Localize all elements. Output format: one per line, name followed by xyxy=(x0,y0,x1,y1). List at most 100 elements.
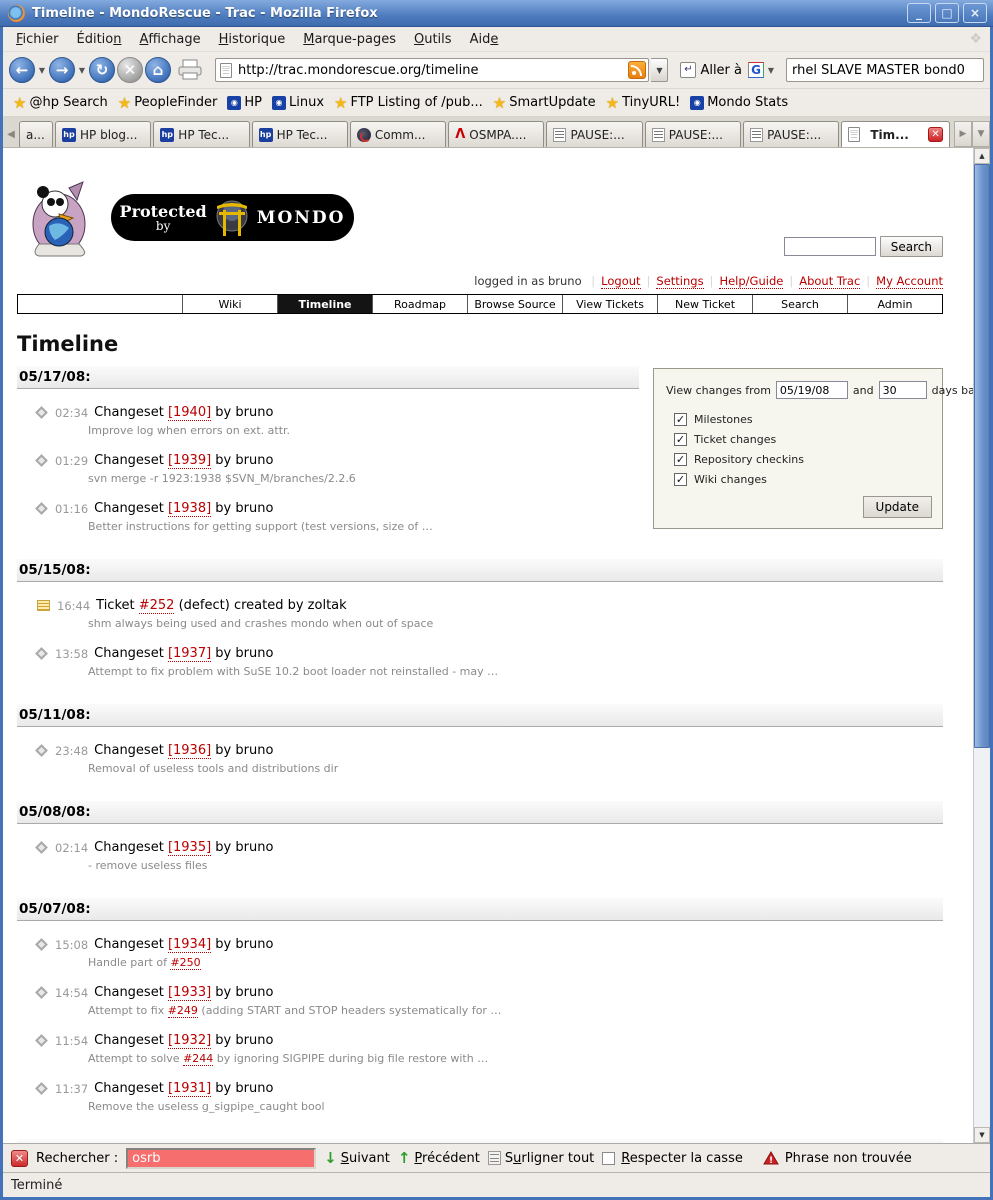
bookmark-item[interactable]: ◉HP xyxy=(225,93,268,112)
ticket-ref-link[interactable]: #249 xyxy=(168,1004,198,1018)
menu-item-aide[interactable]: Aide xyxy=(461,29,508,50)
url-input[interactable] xyxy=(238,63,628,78)
nav-tab-browse-source[interactable]: Browse Source xyxy=(467,295,562,313)
event-link[interactable]: #252 xyxy=(139,598,175,614)
nav-tab-roadmap[interactable]: Roadmap xyxy=(372,295,467,313)
rss-feed-icon[interactable] xyxy=(628,61,646,79)
bookmark-item[interactable]: ★FTP Listing of /pub... xyxy=(332,93,489,112)
update-button[interactable]: Update xyxy=(863,496,932,518)
filter-date-input[interactable] xyxy=(776,381,848,399)
menu-item-fichier[interactable]: Fichier xyxy=(7,29,68,50)
findbar-close-icon[interactable]: ✕ xyxy=(11,1150,28,1167)
event-link[interactable]: [1936] xyxy=(168,743,211,759)
reload-button[interactable]: ↻ xyxy=(89,57,115,83)
protected-by-mondo-badge[interactable]: Protected by MONDO xyxy=(111,194,354,241)
event-link[interactable]: [1932] xyxy=(168,1033,211,1049)
tab-scroll-right-icon[interactable]: ▶ xyxy=(954,121,972,147)
match-case-checkbox[interactable]: Respecter la casse xyxy=(602,1151,743,1166)
menu-item-historique[interactable]: Historique xyxy=(210,29,295,50)
checkbox-checked-icon[interactable]: ✓ xyxy=(674,453,687,466)
browser-tab[interactable]: PAUSE:... xyxy=(546,121,642,147)
stop-button[interactable]: ✕ xyxy=(117,57,143,83)
nav-tab-view-tickets[interactable]: View Tickets xyxy=(562,295,657,313)
browser-tab[interactable]: hpHP Tec... xyxy=(153,121,249,147)
bookmark-item[interactable]: ◉Mondo Stats xyxy=(688,93,794,112)
find-input[interactable] xyxy=(126,1148,316,1169)
ticket-ref-link[interactable]: #250 xyxy=(170,956,200,970)
scroll-down-icon[interactable]: ▼ xyxy=(974,1127,990,1143)
tab-list-dropdown-icon[interactable]: ▼ xyxy=(972,121,990,147)
find-next-button[interactable]: ↓ Suivant xyxy=(324,1151,390,1166)
browser-tab[interactable]: PAUSE:... xyxy=(743,121,839,147)
browser-tab[interactable]: a... xyxy=(19,121,53,147)
search-engine-dropdown[interactable]: ▼ xyxy=(766,66,776,75)
tab-close-icon[interactable]: ✕ xyxy=(928,127,943,142)
forward-button[interactable]: → xyxy=(49,57,75,83)
menu-item-affichage[interactable]: Affichage xyxy=(131,29,210,50)
nav-tab-wiki[interactable]: Wiki xyxy=(182,295,277,313)
checkbox-checked-icon[interactable]: ✓ xyxy=(674,413,687,426)
meta-link-logout[interactable]: Logout xyxy=(601,274,640,289)
event-link[interactable]: [1938] xyxy=(168,501,211,517)
meta-link-settings[interactable]: Settings xyxy=(656,274,703,289)
back-dropdown-icon[interactable]: ▼ xyxy=(37,66,47,75)
filter-days-input[interactable] xyxy=(879,381,927,399)
checkbox-icon[interactable] xyxy=(602,1152,615,1165)
go-button[interactable]: Aller à xyxy=(698,63,746,78)
menu-item-outils[interactable]: Outils xyxy=(405,29,461,50)
browser-tab[interactable]: hpHP blog... xyxy=(55,121,151,147)
browser-tab[interactable]: ΛOSMPA.... xyxy=(448,121,544,147)
google-engine-icon[interactable]: G xyxy=(748,62,764,78)
home-button[interactable]: ⌂ xyxy=(145,57,171,83)
description-text: (adding START and STOP headers systemati… xyxy=(198,1004,502,1017)
event-link[interactable]: [1940] xyxy=(168,405,211,421)
mondo-penguin-logo[interactable] xyxy=(29,174,91,258)
scrollbar-thumb[interactable] xyxy=(974,164,990,748)
browser-tab[interactable]: Tim...✕ xyxy=(841,121,950,147)
url-bar[interactable] xyxy=(215,58,649,82)
maximize-button[interactable]: □ xyxy=(935,3,959,23)
vertical-scrollbar[interactable]: ▲ ▼ xyxy=(973,148,990,1143)
event-link[interactable]: [1933] xyxy=(168,985,211,1001)
scroll-up-icon[interactable]: ▲ xyxy=(974,148,990,164)
bookmark-item[interactable]: ◉Linux xyxy=(270,93,330,112)
checkbox-checked-icon[interactable]: ✓ xyxy=(674,473,687,486)
print-button[interactable] xyxy=(177,59,203,81)
trac-search-input[interactable] xyxy=(784,237,876,256)
find-previous-button[interactable]: ↑ Précédent xyxy=(398,1151,480,1166)
nav-tab-admin[interactable]: Admin xyxy=(847,295,942,313)
nav-tab-timeline[interactable]: Timeline xyxy=(277,295,372,313)
checkbox-checked-icon[interactable]: ✓ xyxy=(674,433,687,446)
nav-tab-search[interactable]: Search xyxy=(752,295,847,313)
event-link[interactable]: [1931] xyxy=(168,1081,211,1097)
url-history-dropdown[interactable]: ▼ xyxy=(651,58,668,82)
bookmark-item[interactable]: ★SmartUpdate xyxy=(491,93,602,112)
browser-tab[interactable]: Comm... xyxy=(350,121,446,147)
browser-tab[interactable]: PAUSE:... xyxy=(645,121,741,147)
bookmark-item[interactable]: ★PeopleFinder xyxy=(116,93,224,112)
close-button[interactable]: × xyxy=(963,3,987,23)
event-link[interactable]: [1934] xyxy=(168,937,211,953)
forward-dropdown-icon[interactable]: ▼ xyxy=(77,66,87,75)
event-link[interactable]: [1935] xyxy=(168,840,211,856)
browser-tab[interactable]: hpHP Tec... xyxy=(252,121,348,147)
back-button[interactable]: ← xyxy=(9,57,35,83)
nav-tab-new-ticket[interactable]: New Ticket xyxy=(657,295,752,313)
highlight-all-button[interactable]: Surligner tout xyxy=(488,1151,594,1166)
minimize-button[interactable]: _ xyxy=(907,3,931,23)
event-link[interactable]: [1937] xyxy=(168,646,211,662)
meta-link-my-account[interactable]: My Account xyxy=(876,274,943,289)
timeline-event: 13:58Changeset [1937] by brunoAttempt to… xyxy=(17,646,943,678)
bookmark-item[interactable]: ★@hp Search xyxy=(11,93,114,112)
web-search-input[interactable] xyxy=(786,58,984,82)
meta-link-help-guide[interactable]: Help/Guide xyxy=(719,274,783,289)
menu-item-marque-pages[interactable]: Marque-pages xyxy=(294,29,405,50)
event-link[interactable]: [1939] xyxy=(168,453,211,469)
meta-link-about-trac[interactable]: About Trac xyxy=(799,274,860,289)
trac-search-button[interactable]: Search xyxy=(880,236,943,257)
go-icon[interactable]: ↵ xyxy=(680,62,696,78)
ticket-ref-link[interactable]: #244 xyxy=(183,1052,213,1066)
tab-scroll-left-icon[interactable]: ◀ xyxy=(3,121,19,147)
bookmark-item[interactable]: ★TinyURL! xyxy=(604,93,687,112)
menu-item-édition[interactable]: Édition xyxy=(68,29,131,50)
